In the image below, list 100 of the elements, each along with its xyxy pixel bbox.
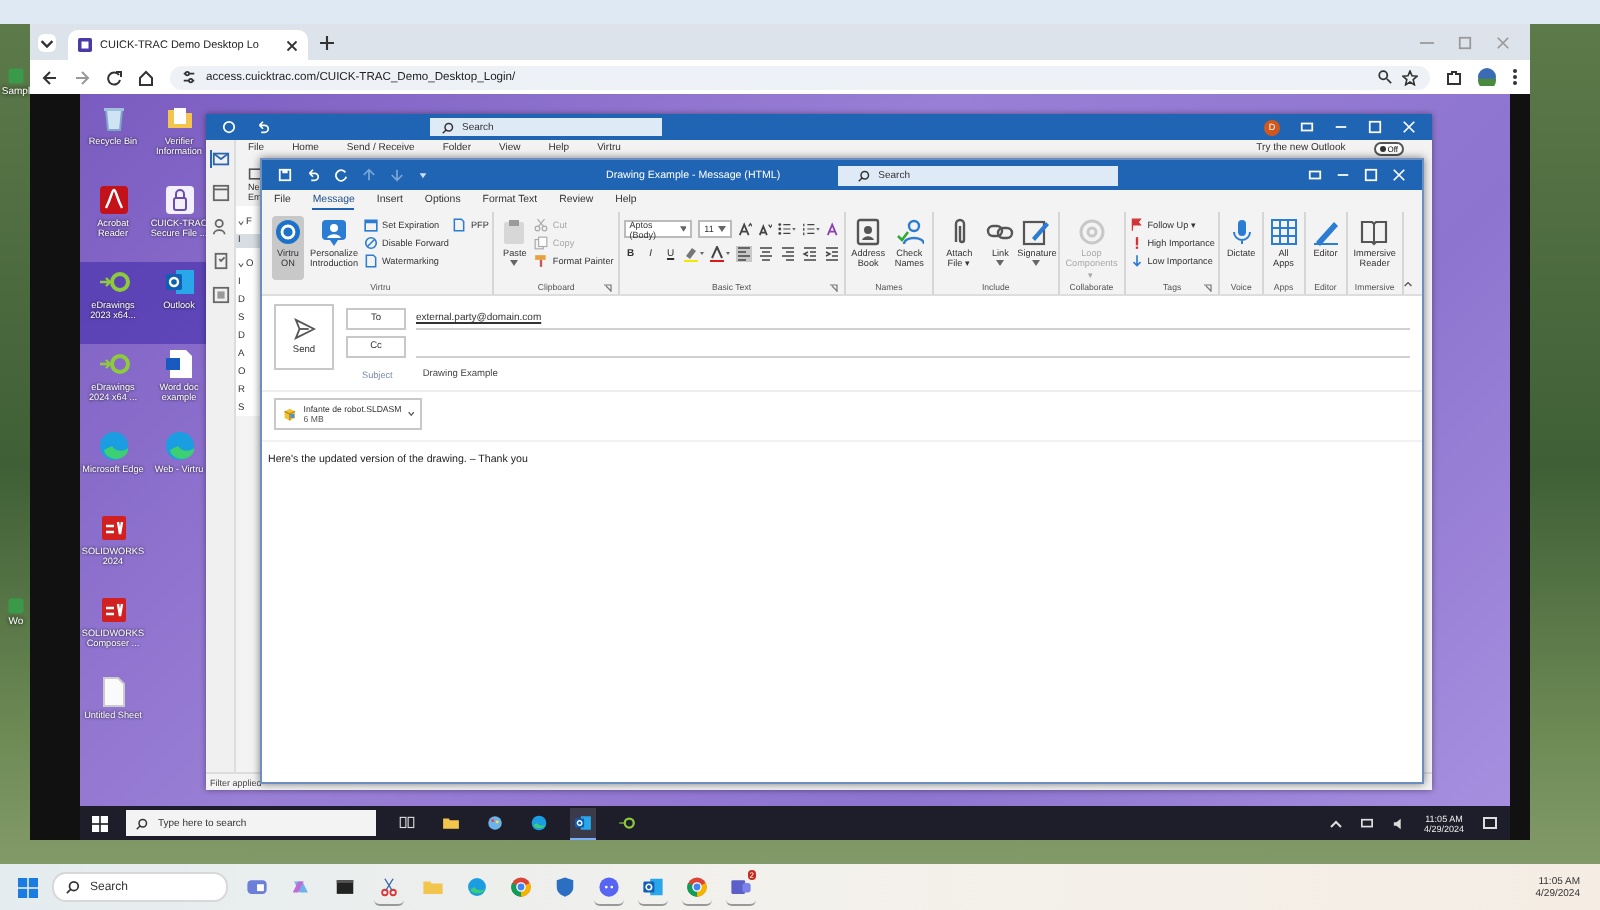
- calendar-icon: [364, 217, 379, 231]
- outlook-app-icon: [574, 813, 592, 831]
- star-icon[interactable]: [1402, 69, 1418, 85]
- site-settings-icon[interactable]: [182, 70, 196, 84]
- profile-icon[interactable]: [1478, 68, 1496, 86]
- redo-icon[interactable]: [334, 168, 348, 182]
- save-icon[interactable]: [278, 168, 292, 182]
- zoom-icon[interactable]: [1378, 70, 1392, 84]
- brush-icon: [534, 253, 549, 267]
- network-icon[interactable]: [1359, 817, 1374, 829]
- forward-arrow-icon[interactable]: [74, 69, 90, 85]
- people-icon[interactable]: [211, 218, 229, 236]
- folder-icon: [163, 102, 195, 134]
- chat-bubble-icon: [598, 875, 620, 897]
- align-right-icon[interactable]: [779, 246, 796, 262]
- collapse-ribbon-icon[interactable]: [1403, 280, 1412, 288]
- document-icon: [364, 253, 379, 267]
- microphone-icon: [1227, 218, 1256, 246]
- undo-icon[interactable]: [256, 120, 270, 134]
- edrawings-app-icon: [618, 813, 636, 831]
- chrome-browser-icon: [686, 875, 708, 897]
- solidworks-app-icon: [97, 512, 129, 544]
- copy-icon: [534, 235, 549, 249]
- search-icon: [136, 817, 148, 829]
- send-icon: [293, 318, 315, 340]
- home-icon[interactable]: [138, 69, 154, 85]
- close-icon[interactable]: [286, 39, 298, 51]
- dialog-launcher-icon[interactable]: [1204, 284, 1213, 292]
- back-arrow-icon[interactable]: [42, 69, 58, 85]
- taskbar-app-button[interactable]: [570, 807, 596, 839]
- reload-icon[interactable]: [106, 69, 122, 85]
- numbering-icon[interactable]: [801, 222, 820, 236]
- windows-logo-icon[interactable]: [92, 815, 108, 831]
- pen-icon: [1311, 218, 1340, 246]
- more-menu-icon[interactable]: [1512, 68, 1518, 86]
- tab-favicon-icon: [78, 38, 92, 52]
- grow-font-icon[interactable]: [737, 222, 752, 236]
- flag-icon: [1129, 217, 1144, 231]
- notification-icon[interactable]: [1482, 815, 1498, 831]
- window-layout-icon[interactable]: [1300, 120, 1314, 134]
- minimize-icon[interactable]: [1334, 120, 1348, 134]
- ring-icon: [274, 218, 302, 246]
- address-book-icon: [854, 218, 883, 246]
- edge-browser-icon: [530, 813, 548, 831]
- clear-formatting-icon[interactable]: [825, 222, 840, 236]
- loop-icon: [1077, 218, 1106, 246]
- edge-browser-icon: [97, 430, 129, 462]
- customize-icon[interactable]: [418, 170, 428, 180]
- extensions-icon[interactable]: [1446, 69, 1462, 85]
- outlook-app-icon: [642, 875, 664, 897]
- folder-icon: [442, 813, 460, 831]
- search-icon: [66, 880, 80, 894]
- minimize-icon[interactable]: [1336, 168, 1350, 182]
- caret-icon: [1032, 260, 1041, 267]
- chevron-up-icon[interactable]: [1329, 819, 1342, 827]
- decrease-indent-icon[interactable]: [801, 246, 818, 262]
- teams-app-icon: [730, 875, 752, 897]
- solidworks-app-icon: [97, 594, 129, 626]
- apps-icon[interactable]: [211, 286, 229, 304]
- task-view-icon: [398, 813, 416, 831]
- speaker-icon[interactable]: [1391, 817, 1406, 829]
- align-center-icon[interactable]: [757, 246, 774, 262]
- edge-browser-icon: [163, 430, 195, 462]
- palette-icon: [486, 813, 504, 831]
- font-color-icon[interactable]: [709, 246, 730, 262]
- document-icon: [452, 217, 467, 231]
- shrink-font-icon[interactable]: [757, 222, 772, 236]
- undo-icon[interactable]: [306, 168, 320, 182]
- terminal-icon: [334, 875, 356, 897]
- caret-icon: [407, 410, 414, 418]
- window-layout-icon[interactable]: [1308, 168, 1322, 182]
- chevron-down-icon: [238, 220, 244, 226]
- calendar-icon[interactable]: [211, 184, 229, 202]
- chevron-down-icon: [238, 262, 244, 268]
- plus-icon[interactable]: [320, 35, 334, 49]
- mail-icon[interactable]: [210, 150, 230, 168]
- increase-indent-icon[interactable]: [823, 246, 840, 262]
- align-left-icon[interactable]: [735, 246, 752, 262]
- clipboard-icon: [500, 218, 529, 246]
- chevron-down-icon[interactable]: [38, 33, 56, 51]
- document-icon: [163, 348, 195, 380]
- blocked-icon: [364, 235, 379, 249]
- down-arrow-icon: [1129, 253, 1144, 267]
- caret-icon: [717, 226, 726, 232]
- caret-icon: [510, 260, 519, 267]
- dialog-launcher-icon[interactable]: [603, 284, 612, 292]
- people-icon: [895, 218, 924, 246]
- edge-browser-icon: [466, 875, 488, 897]
- bullets-icon[interactable]: [777, 222, 796, 236]
- person-icon: [320, 218, 348, 246]
- scissors-icon: [378, 875, 400, 897]
- search-icon: [442, 121, 454, 133]
- book-icon: [1360, 218, 1389, 246]
- sync-icon[interactable]: [222, 120, 236, 134]
- dialog-launcher-icon[interactable]: [829, 284, 838, 292]
- search-icon: [858, 169, 871, 181]
- highlighter-icon[interactable]: [683, 246, 704, 262]
- grid-icon: [1269, 218, 1298, 246]
- outlook-app-icon: [163, 266, 195, 298]
- clipboard-icon[interactable]: [211, 252, 229, 270]
